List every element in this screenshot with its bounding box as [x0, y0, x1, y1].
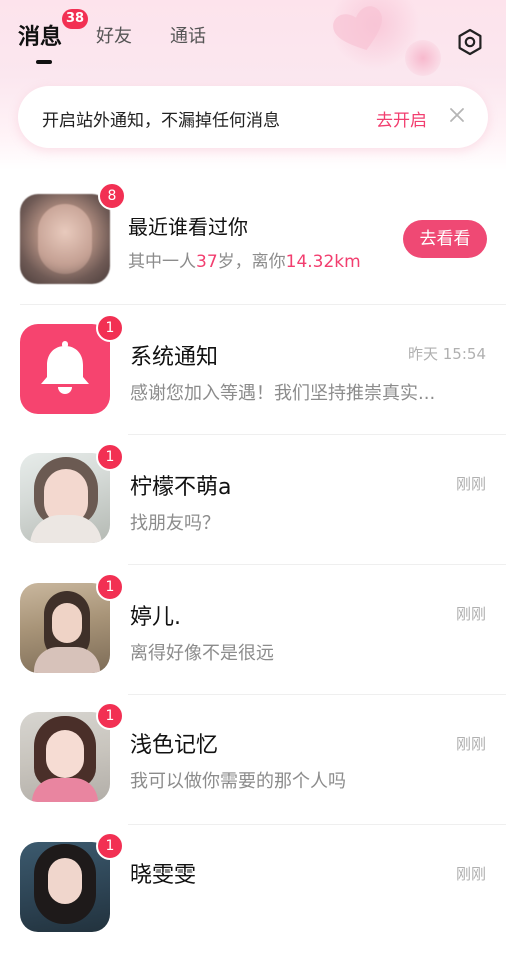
conversation-time: 刚刚: [455, 605, 486, 623]
conversation-preview: 感谢您加入等遇！我们坚持推崇真实...: [130, 383, 436, 404]
conversation-name: 系统通知: [130, 345, 219, 370]
conversation-time: 刚刚: [455, 475, 486, 493]
conversation-row[interactable]: 1 浅色记忆 我可以做你需要的那个人吗 刚刚: [0, 695, 506, 825]
unread-count-badge: 38: [62, 9, 89, 29]
visitor-age: 37: [196, 252, 218, 272]
avatar: [20, 453, 110, 543]
visitors-desc-middle: 岁，离你: [217, 252, 286, 272]
active-tab-indicator: [36, 60, 52, 64]
unread-badge: 1: [96, 702, 124, 730]
conversation-preview: 找朋友吗？: [130, 513, 220, 534]
tab-messages[interactable]: 消息 38: [18, 9, 89, 51]
conversation-row-system[interactable]: 1 系统通知 感谢您加入等遇！我们坚持推崇真实... 昨天 15:54: [0, 305, 506, 435]
visitor-distance: 14.32km: [285, 252, 361, 272]
tab-calls[interactable]: 通话: [170, 22, 206, 48]
notification-permission-banner: 开启站外通知，不漏掉任何消息 去开启: [18, 86, 488, 148]
avatar: [20, 583, 110, 673]
avatar: [20, 842, 110, 932]
close-icon[interactable]: [448, 106, 466, 124]
conversation-name: 婷儿.: [130, 605, 181, 630]
visitors-description: 其中一人37岁，离你14.32km: [128, 247, 361, 272]
tab-messages-label: 消息: [18, 25, 63, 50]
conversation-name: 晓雯雯: [130, 863, 197, 888]
conversation-time: 昨天 15:54: [408, 345, 486, 363]
visitors-desc-prefix: 其中一人: [128, 252, 196, 272]
unread-badge: 1: [96, 573, 124, 601]
banner-text: 开启站外通知，不漏掉任何消息: [42, 111, 280, 131]
decoration-bubble: [405, 40, 441, 76]
bell-icon: [41, 341, 89, 394]
conversation-name: 浅色记忆: [130, 733, 219, 758]
conversation-row[interactable]: 1 柠檬不萌a 找朋友吗？ 刚刚: [0, 435, 506, 565]
conversation-row[interactable]: 1 婷儿. 离得好像不是很远 刚刚: [0, 565, 506, 695]
unread-badge: 1: [96, 443, 124, 471]
avatar: [20, 712, 110, 802]
system-notification-avatar: [20, 324, 110, 414]
tab-friends[interactable]: 好友: [96, 22, 132, 48]
unread-badge: 1: [96, 314, 124, 342]
settings-gear-icon[interactable]: [456, 28, 484, 56]
view-visitors-button[interactable]: 去看看: [403, 220, 487, 258]
conversation-preview: 离得好像不是很远: [130, 643, 274, 664]
visitors-title: 最近谁看过你: [128, 215, 248, 239]
conversation-time: 刚刚: [455, 735, 486, 753]
conversation-preview: 我可以做你需要的那个人吗: [130, 771, 346, 792]
unread-badge: 8: [98, 182, 126, 210]
enable-notifications-button[interactable]: 去开启: [376, 106, 427, 131]
conversation-name: 柠檬不萌a: [130, 475, 232, 500]
avatar-blurred: [20, 194, 110, 284]
conversation-time: 刚刚: [455, 865, 486, 883]
conversation-row[interactable]: 1 晓雯雯 刚刚: [0, 825, 506, 955]
unread-badge: 1: [96, 832, 124, 860]
